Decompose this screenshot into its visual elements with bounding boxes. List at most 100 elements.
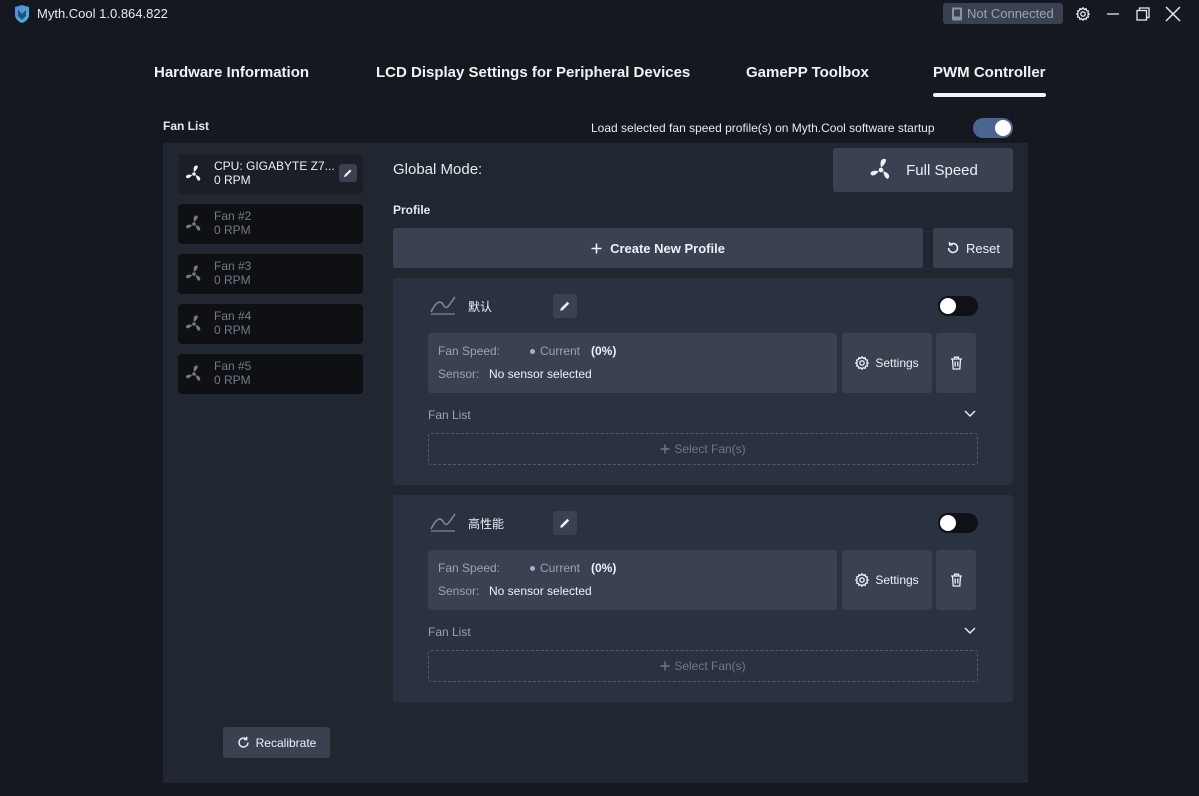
fan-name: Fan #3 [214,259,252,273]
gear-icon [855,573,870,587]
pencil-icon [560,301,570,311]
profile-card-high-performance: 高性能 Fan Speed: Current (0%) Sensor: No s… [393,495,1013,702]
fan-name: Fan #5 [214,359,252,373]
global-mode-button[interactable]: Full Speed [833,148,1013,192]
create-profile-button[interactable]: Create New Profile [393,228,923,268]
restore-icon [1136,7,1150,21]
trash-icon [950,573,962,587]
fan-item-5[interactable]: Fan #5 0 RPM [178,354,363,394]
fan-rpm: 0 RPM [214,273,251,287]
settings-label: Settings [875,356,919,370]
reset-label: Reset [966,240,1000,256]
recalibrate-button[interactable]: Recalibrate [223,727,330,758]
fan-icon [185,265,201,281]
profile-edit-button[interactable] [553,294,577,318]
reset-icon [947,241,959,254]
fan-icon [185,315,201,331]
fan-rpm: 0 RPM [214,323,251,337]
reset-button[interactable]: Reset [933,228,1013,268]
fan-edit-button[interactable] [339,164,357,182]
profile-fan-list-label: Fan List [428,625,471,639]
connection-status-text: Not Connected [967,6,1054,21]
device-icon [952,7,962,20]
minimize-button[interactable] [1103,4,1123,24]
plus-icon [660,661,670,671]
close-button[interactable] [1163,4,1183,24]
sensor-value: No sensor selected [489,367,592,381]
fan-item-cpu[interactable]: CPU: GIGABYTE Z7... 0 RPM [178,154,363,194]
fan-icon [185,365,201,381]
fan-item-4[interactable]: Fan #4 0 RPM [178,304,363,344]
current-label: Current [540,344,581,358]
startup-profile-label: Load selected fan speed profile(s) on My… [591,121,935,135]
profile-enable-toggle[interactable] [938,296,978,316]
chevron-down-icon[interactable] [963,623,977,637]
fan-speed-label: Fan Speed: [438,344,501,358]
pencil-icon [560,518,570,528]
current-value: (0%) [591,344,617,358]
minimize-icon [1107,13,1119,15]
fan-list-panel: CPU: GIGABYTE Z7... 0 RPM Fan #2 0 RPM F… [163,143,378,783]
sensor-value: No sensor selected [489,584,592,598]
fan-name: Fan #4 [214,309,252,323]
global-mode-value: Full Speed [906,161,978,179]
profile-info-box: Fan Speed: Current (0%) Sensor: No senso… [428,333,837,393]
profile-settings-button[interactable]: Settings [842,333,932,393]
tab-gamepp-toolbox[interactable]: GamePP Toolbox [746,64,869,81]
trash-icon [950,356,962,370]
startup-profile-toggle[interactable] [973,118,1013,138]
connection-status-badge[interactable]: Not Connected [943,3,1063,24]
gear-icon [1076,7,1090,21]
toggle-knob [940,298,956,314]
fan-rpm: 0 RPM [214,173,251,187]
create-profile-label: Create New Profile [610,240,725,256]
profile-card-default: 默认 Fan Speed: Current (0%) Sensor: No se… [393,278,1013,485]
profile-name: 默认 [468,300,493,314]
select-fans-label: Select Fan(s) [674,659,746,673]
current-label: Current [540,561,581,575]
gear-icon [855,356,870,370]
profile-info-box: Fan Speed: Current (0%) Sensor: No senso… [428,550,837,610]
app-logo-icon [15,5,29,23]
curve-icon [430,513,456,532]
fan-item-3[interactable]: Fan #3 0 RPM [178,254,363,294]
fan-rpm: 0 RPM [214,373,251,387]
profile-fan-list-label: Fan List [428,408,471,422]
global-mode-label: Global Mode: [393,161,483,178]
current-value: (0%) [591,561,617,575]
fan-icon [185,215,201,231]
plus-icon [660,444,670,454]
plus-icon [591,243,602,253]
fan-name: Fan #2 [214,209,252,223]
select-fans-button[interactable]: Select Fan(s) [428,650,978,682]
pencil-icon [344,169,352,177]
chevron-down-icon[interactable] [963,406,977,420]
toggle-knob [940,515,956,531]
tab-hardware-information[interactable]: Hardware Information [154,64,309,81]
sensor-label: Sensor: [438,584,480,598]
profile-settings-button[interactable]: Settings [842,550,932,610]
refresh-icon [237,736,249,748]
recalibrate-label: Recalibrate [255,735,317,750]
sensor-label: Sensor: [438,367,480,381]
tab-pwm-controller[interactable]: PWM Controller [933,64,1046,81]
fan-list-title: Fan List [163,119,210,133]
select-fans-button[interactable]: Select Fan(s) [428,433,978,465]
toggle-knob [995,120,1011,136]
profile-delete-button[interactable] [936,333,976,393]
tab-lcd-display-settings[interactable]: LCD Display Settings for Peripheral Devi… [376,64,690,81]
fan-item-2[interactable]: Fan #2 0 RPM [178,204,363,244]
profile-edit-button[interactable] [553,511,577,535]
profile-delete-button[interactable] [936,550,976,610]
profile-name: 高性能 [468,517,505,531]
fan-name: CPU: GIGABYTE Z7... [214,159,335,173]
maximize-button[interactable] [1133,4,1153,24]
profile-enable-toggle[interactable] [938,513,978,533]
settings-label: Settings [875,573,919,587]
settings-button[interactable] [1073,4,1093,24]
current-dot-icon [530,349,535,354]
fan-icon [870,158,890,179]
fan-speed-label: Fan Speed: [438,561,501,575]
title-bar: Myth.Cool 1.0.864.822 Not Connected [0,0,1199,28]
select-fans-label: Select Fan(s) [674,442,746,456]
